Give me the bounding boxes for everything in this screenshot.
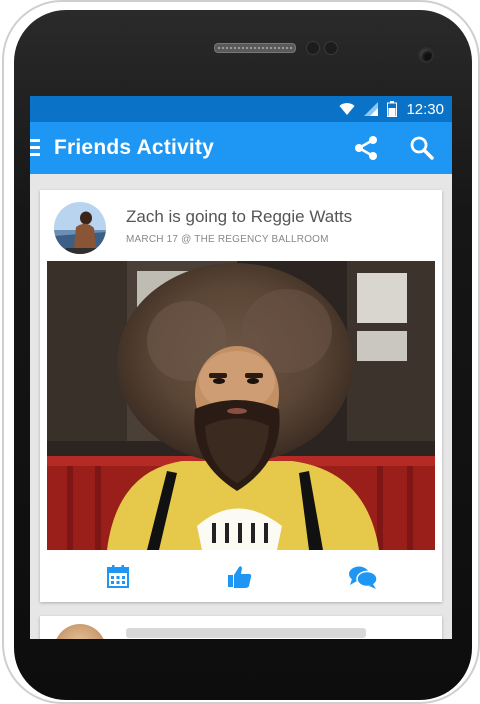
activity-card[interactable]	[40, 616, 442, 639]
avatar[interactable]	[54, 202, 106, 254]
wifi-icon	[339, 103, 355, 115]
card-actions	[40, 560, 442, 596]
share-icon[interactable]	[352, 134, 380, 162]
light-sensor	[324, 41, 338, 55]
page-title: Friends Activity	[54, 136, 214, 159]
activity-card[interactable]: Zach is going to Reggie Watts MARCH 17 @…	[40, 190, 442, 602]
activity-headline[interactable]: Zach is going to Reggie Watts	[126, 207, 352, 227]
comments-icon[interactable]	[348, 564, 378, 590]
proximity-sensor	[306, 41, 320, 55]
calendar-icon[interactable]	[106, 564, 134, 590]
search-icon[interactable]	[408, 134, 436, 162]
status-bar: 12:30	[30, 96, 452, 122]
earpiece-speaker	[214, 43, 296, 53]
activity-subline: MARCH 17 @ THE REGENCY BALLROOM	[126, 234, 329, 245]
front-camera	[418, 47, 434, 63]
app-bar: Friends Activity	[30, 122, 452, 174]
event-photo[interactable]	[47, 261, 435, 550]
signal-icon	[364, 102, 379, 116]
battery-icon	[387, 101, 398, 117]
hamburger-menu-icon[interactable]	[30, 139, 40, 157]
status-time: 12:30	[406, 100, 444, 118]
avatar[interactable]	[54, 624, 106, 639]
thumbs-up-icon[interactable]	[226, 564, 254, 590]
screen: 12:30 Friends Activity Zach is going to …	[30, 96, 452, 639]
activity-headline-partial	[126, 628, 366, 638]
